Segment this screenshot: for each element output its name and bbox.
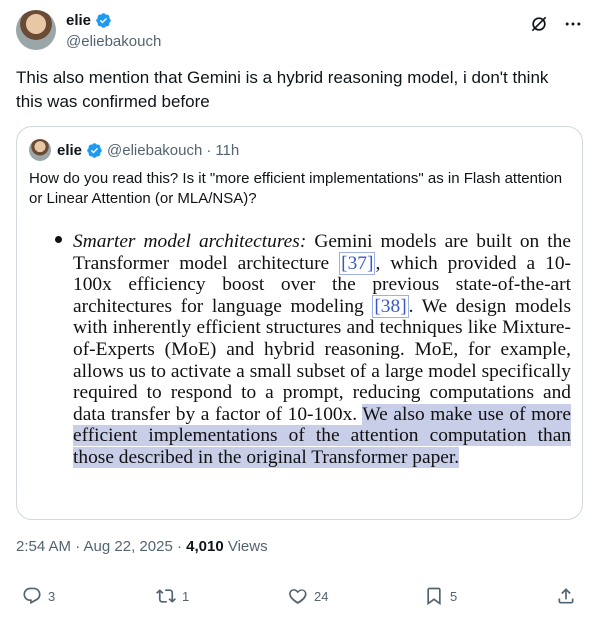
- author-name[interactable]: elie: [66, 12, 91, 29]
- tweet-timestamp[interactable]: 2:54 AM · Aug 22, 2025 ·: [16, 538, 186, 555]
- quoted-avatar: [29, 139, 51, 161]
- share-icon: [558, 588, 574, 604]
- author-avatar[interactable]: [16, 10, 56, 50]
- paper-excerpt: Smarter model architectures: Gemini mode…: [73, 231, 571, 469]
- quoted-image[interactable]: Smarter model architectures: Gemini mode…: [29, 223, 572, 511]
- share-button[interactable]: [556, 586, 576, 606]
- reply-button[interactable]: 3: [22, 586, 55, 606]
- citation-38: [38]: [372, 294, 409, 318]
- quoted-text: How do you read this? Is it "more effici…: [29, 170, 563, 207]
- quoted-header: elie @eliebakouch · 11h: [29, 139, 239, 161]
- author-name-row: elie: [66, 12, 112, 29]
- like-button[interactable]: 24: [288, 586, 328, 606]
- bookmark-count: 5: [450, 588, 458, 604]
- quoted-author-name: elie: [57, 141, 83, 159]
- bullet-icon: [55, 236, 62, 243]
- tweet-meta: 2:54 AM · Aug 22, 2025 · 4,010 Views: [16, 538, 268, 555]
- repost-button[interactable]: 1: [156, 586, 189, 606]
- bookmark-icon: [427, 587, 441, 606]
- verified-badge-icon: [87, 142, 102, 158]
- reply-icon: [23, 587, 41, 605]
- more-icon[interactable]: [563, 14, 583, 34]
- quoted-tweet[interactable]: elie @eliebakouch · 11h How do you read …: [16, 126, 583, 520]
- grok-icon[interactable]: [529, 14, 549, 34]
- tweet-header: elie @eliebakouch: [16, 10, 583, 54]
- citation-37: [37]: [339, 251, 376, 275]
- author-handle[interactable]: @eliebakouch: [66, 33, 161, 50]
- reply-count: 3: [48, 588, 56, 604]
- repost-count: 1: [182, 588, 190, 604]
- like-count: 24: [314, 588, 329, 604]
- repost-icon: [156, 589, 176, 603]
- views-count: 4,010: [186, 538, 224, 555]
- quoted-time: 11h: [215, 141, 240, 159]
- quoted-separator: ·: [206, 141, 212, 159]
- bookmark-button[interactable]: 5: [424, 586, 457, 606]
- verified-badge-icon: [96, 13, 111, 28]
- action-bar: 3 1 24 5: [16, 586, 583, 614]
- quoted-author-handle: @eliebakouch: [107, 141, 203, 159]
- like-icon: [289, 589, 307, 605]
- excerpt-heading: Smarter model architectures:: [73, 231, 307, 252]
- views-label: Views: [223, 538, 268, 555]
- header-actions: [529, 14, 583, 34]
- tweet-text: This also mention that Gemini is a hybri…: [16, 68, 549, 111]
